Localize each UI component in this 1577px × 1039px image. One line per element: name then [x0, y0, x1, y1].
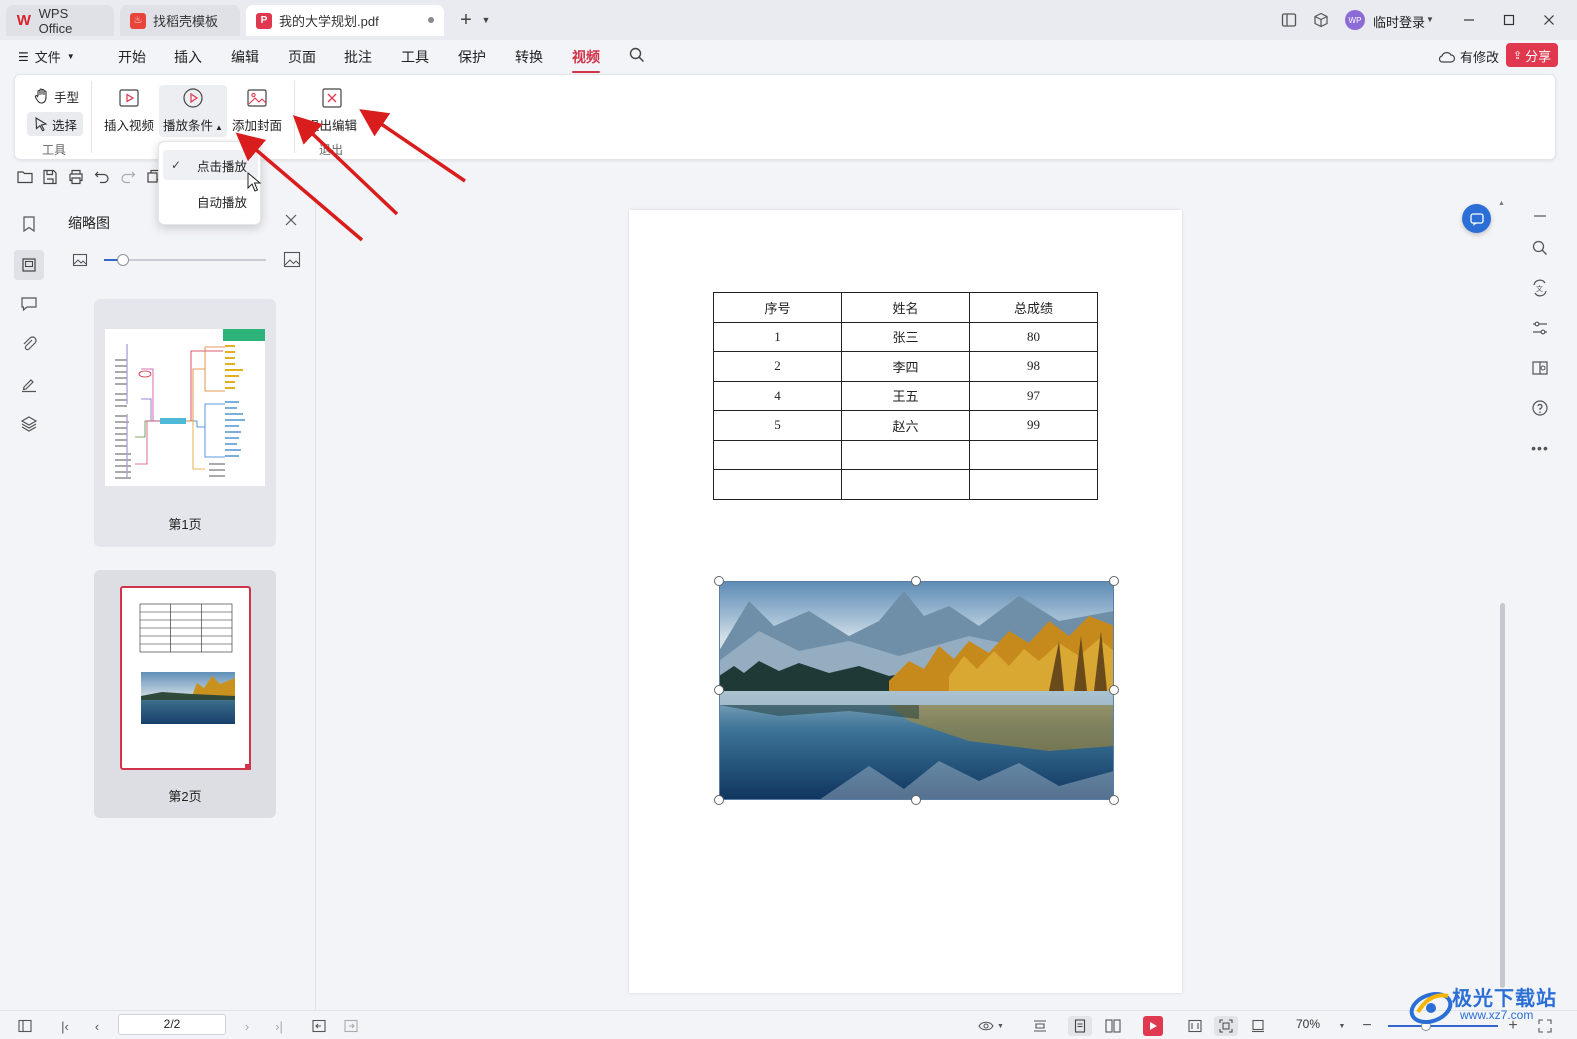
arrow-to-exit-edit: [359, 109, 466, 183]
site-watermark: 极光下载站 www.xz7.com: [1408, 980, 1568, 1032]
arrow-to-play-condition: [235, 132, 364, 242]
watermark-brand: 极光下载站: [1452, 988, 1557, 1010]
aurora-logo-icon: [1409, 991, 1453, 1025]
annotation-arrows: [235, 109, 466, 242]
watermark-url: www.xz7.com: [1460, 1008, 1534, 1022]
